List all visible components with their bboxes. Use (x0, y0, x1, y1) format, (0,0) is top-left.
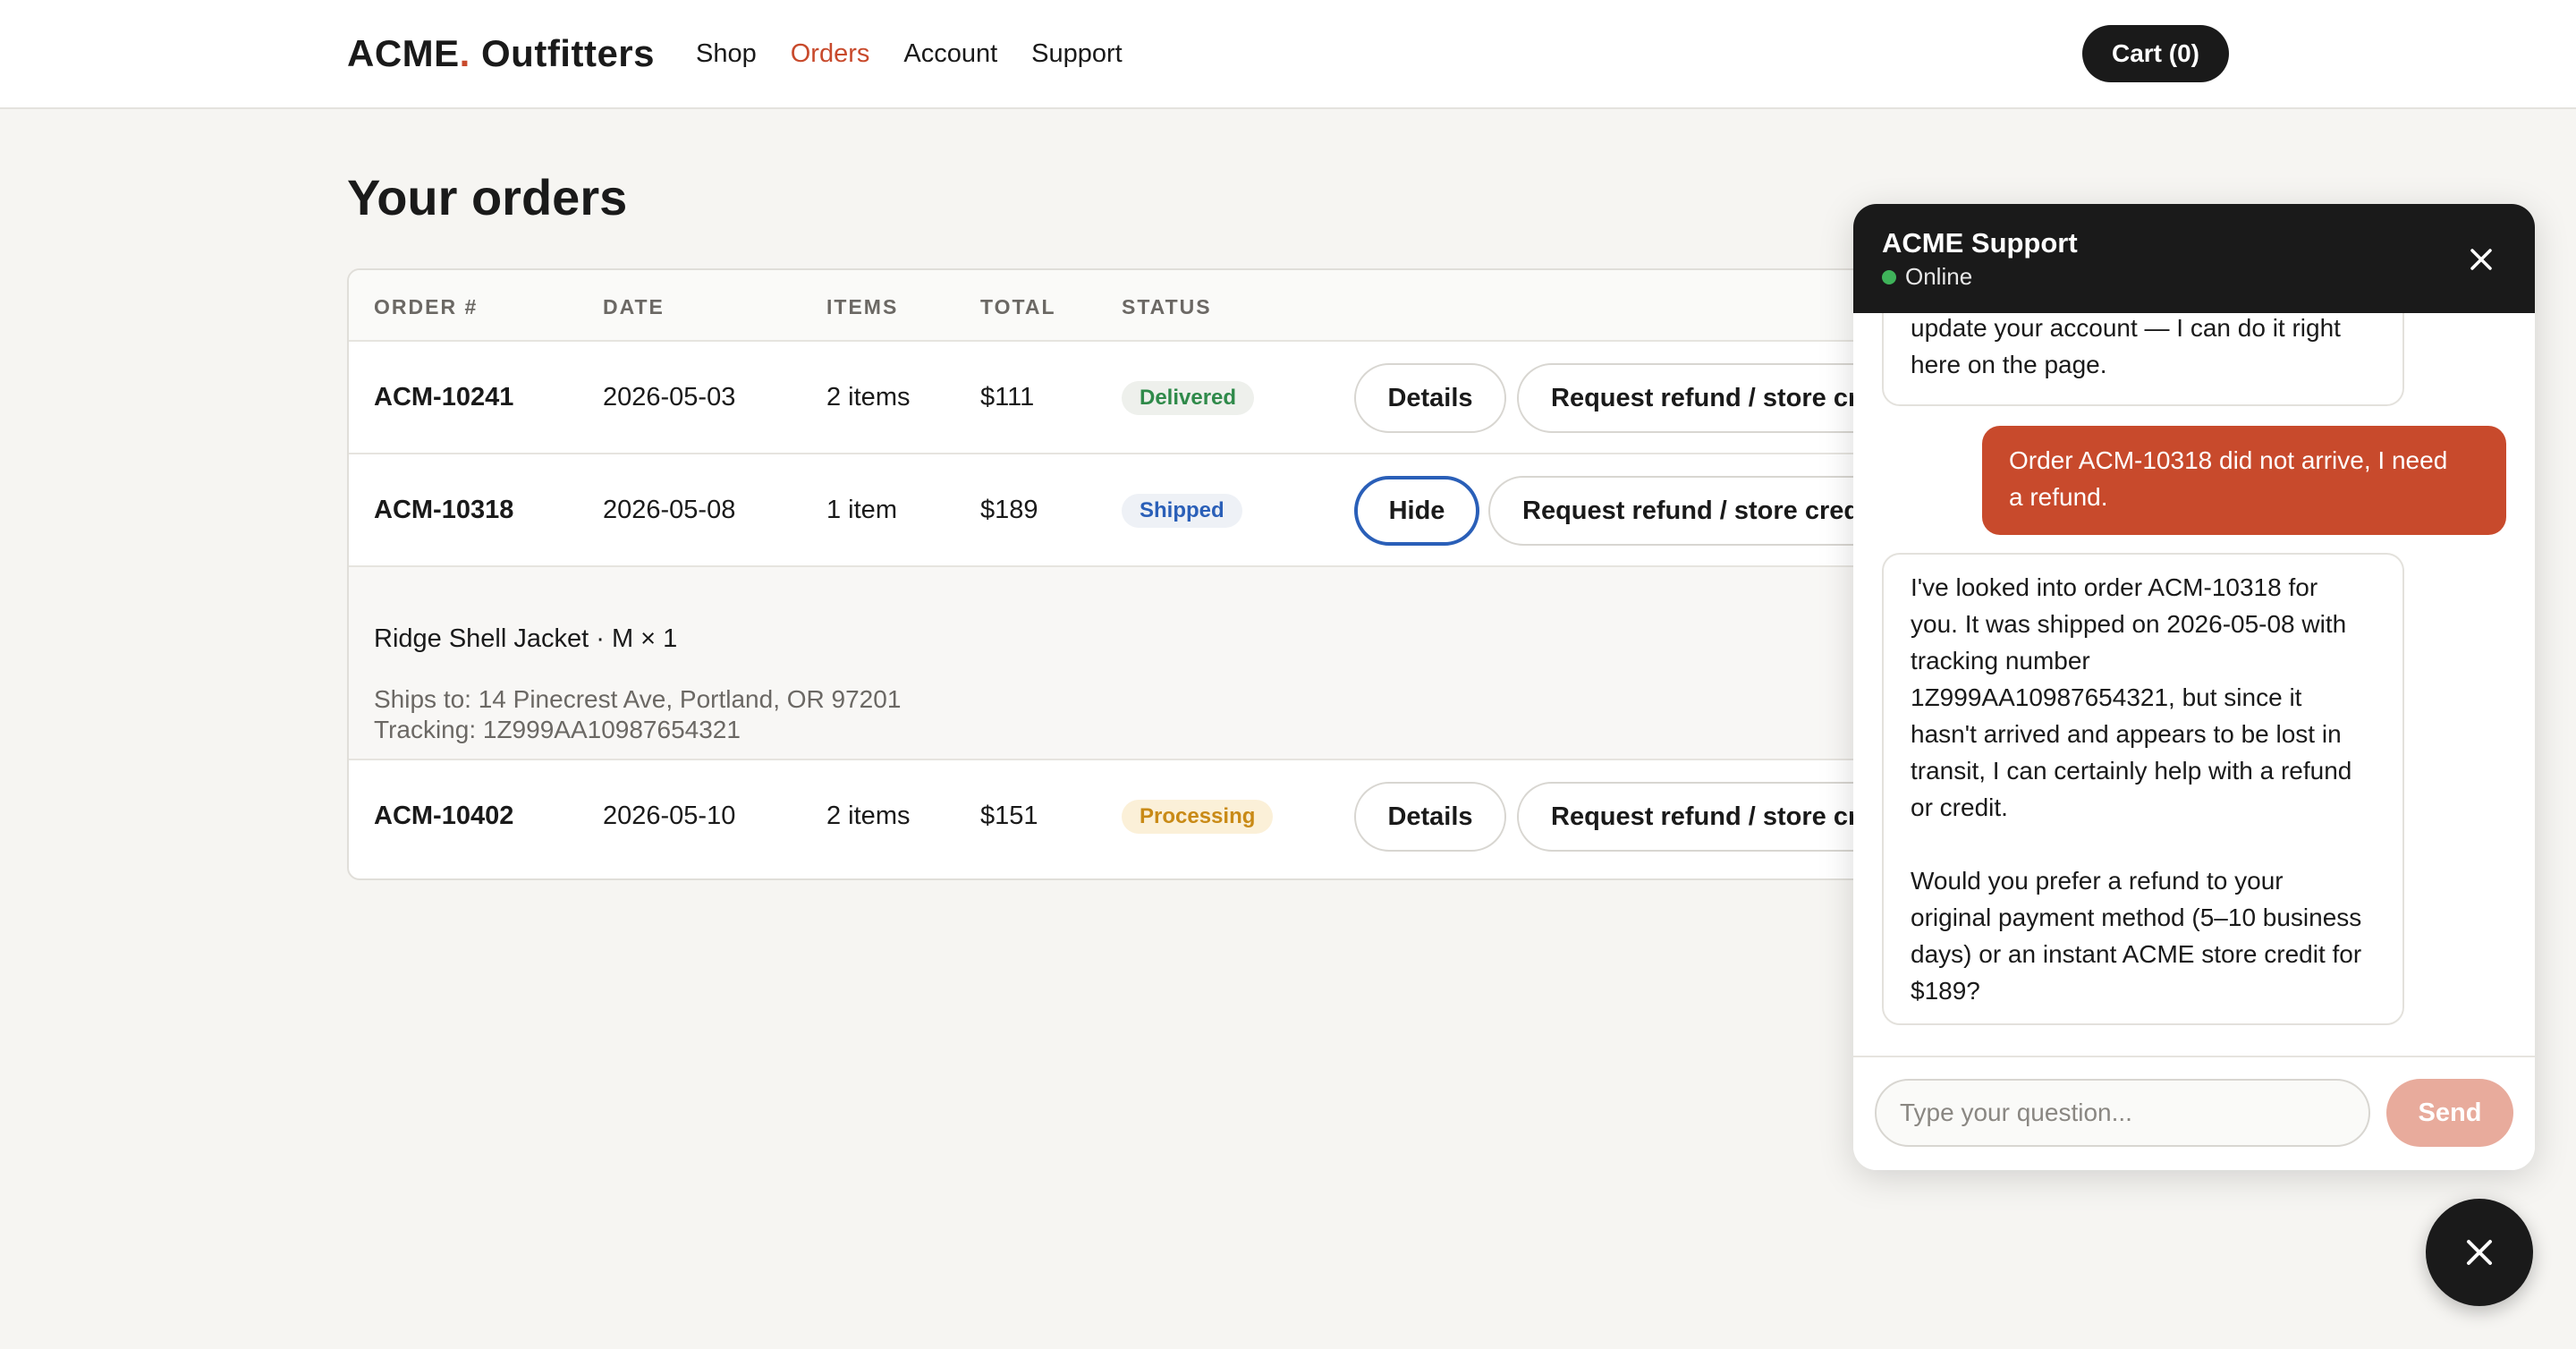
request-refund-button[interactable]: Request refund / store credit (1488, 476, 1900, 546)
message-line: I've looked into order ACM-10318 for (1911, 573, 2318, 601)
message-line: original payment method (5–10 business (1911, 904, 2362, 931)
message-line: hasn't arrived and appears to be lost in (1911, 720, 2342, 748)
chat-message-bot: update your account — I can do it right … (1882, 313, 2404, 406)
order-total: $189 (980, 496, 1038, 524)
chat-header: ACME Support Online (1853, 204, 2535, 313)
brand-dot: . (459, 32, 470, 74)
cart-button[interactable]: Cart (0) (2082, 25, 2229, 82)
order-number: ACM-10402 (374, 802, 514, 830)
order-number: ACM-10241 (374, 383, 514, 411)
message-line: days) or an instant ACME store credit fo… (1911, 940, 2362, 968)
shipping-address: Ships to: 14 Pinecrest Ave, Portland, OR… (374, 685, 902, 713)
message-line: transit, I can certainly help with a ref… (1911, 757, 2352, 785)
top-navigation-bar: ACME. Outfitters Shop Orders Account Sup… (0, 0, 2576, 109)
status-badge: Processing (1122, 800, 1274, 834)
online-status-text: Online (1905, 263, 1973, 290)
chat-message-bot: I've looked into order ACM-10318 for you… (1882, 553, 2404, 1025)
order-item-line: Ridge Shell Jacket · M × 1 (374, 624, 678, 653)
message-line: you. It was shipped on 2026-05-08 with (1911, 610, 2347, 638)
status-badge: Shipped (1122, 494, 1242, 528)
chat-input[interactable] (1875, 1079, 2370, 1147)
column-header-items: ITEMS (826, 295, 899, 318)
details-button[interactable]: Details (1354, 782, 1506, 852)
message-line: 1Z999AA10987654321, but since it (1911, 683, 2302, 711)
message-line: or credit. (1911, 793, 2008, 821)
order-date: 2026-05-08 (603, 496, 736, 524)
close-icon (2470, 249, 2492, 270)
message-line: $189? (1911, 977, 1980, 1005)
status-badge: Delivered (1122, 381, 1255, 415)
tracking-number: Tracking: 1Z999AA10987654321 (374, 716, 741, 743)
chat-title: ACME Support (1882, 227, 2078, 259)
request-refund-button[interactable]: Request refund / store credit (1517, 782, 1893, 852)
nav-support[interactable]: Support (1031, 39, 1123, 69)
column-header-order: ORDER # (374, 295, 479, 318)
message-line: a refund. (2009, 483, 2108, 511)
order-items: 2 items (826, 383, 911, 411)
order-date: 2026-05-10 (603, 802, 736, 830)
details-button[interactable]: Details (1354, 363, 1506, 433)
hide-button[interactable]: Hide (1354, 476, 1479, 546)
message-line: update your account — I can do it right (1911, 314, 2341, 342)
message-line: Order ACM-10318 did not arrive, I need (2009, 446, 2448, 474)
main-nav: Shop Orders Account Support (696, 39, 1157, 69)
order-items: 1 item (826, 496, 897, 524)
chat-composer: Send (1853, 1056, 2535, 1170)
order-items: 2 items (826, 802, 911, 830)
chat-close-button[interactable] (2462, 240, 2501, 279)
column-header-date: DATE (603, 295, 665, 318)
brand-name: ACME (347, 32, 460, 74)
support-chat-window: ACME Support Online update your account … (1853, 204, 2535, 1170)
close-icon (2467, 1240, 2492, 1265)
message-line: Would you prefer a refund to your (1911, 867, 2284, 895)
column-header-total: TOTAL (980, 295, 1056, 318)
message-line: tracking number (1911, 647, 2090, 674)
chat-messages[interactable]: update your account — I can do it right … (1853, 313, 2535, 1056)
nav-account[interactable]: Account (903, 39, 997, 69)
order-total: $151 (980, 802, 1038, 830)
brand-logo[interactable]: ACME. Outfitters (347, 32, 655, 75)
page-title: Your orders (347, 169, 628, 225)
chat-message-user: Order ACM-10318 did not arrive, I need a… (1982, 426, 2506, 535)
nav-shop[interactable]: Shop (696, 39, 757, 69)
nav-orders[interactable]: Orders (791, 39, 870, 69)
column-header-status: STATUS (1122, 295, 1212, 318)
order-date: 2026-05-03 (603, 383, 736, 411)
chat-toggle-button[interactable] (2426, 1199, 2533, 1306)
online-status-dot (1882, 270, 1896, 284)
message-line (1911, 826, 2376, 862)
send-button[interactable]: Send (2386, 1079, 2513, 1147)
request-refund-button[interactable]: Request refund / store credit (1517, 363, 1893, 433)
order-number: ACM-10318 (374, 496, 514, 524)
brand-suffix: Outfitters (470, 32, 656, 74)
order-total: $111 (980, 383, 1035, 411)
message-line: here on the page. (1911, 351, 2107, 378)
